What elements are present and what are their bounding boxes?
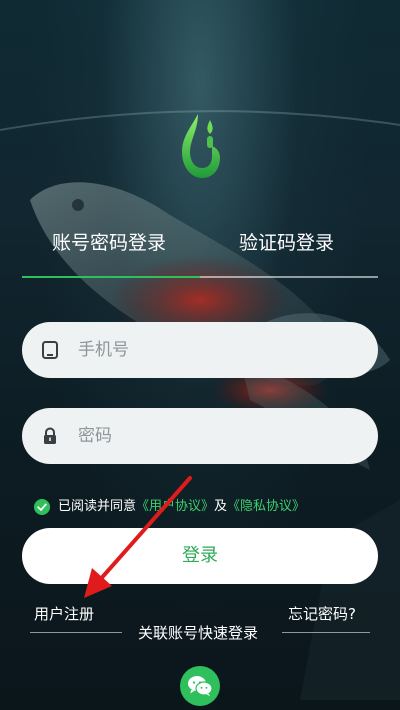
login-button[interactable]: 登录 bbox=[22, 528, 378, 584]
phone-placeholder: 手机号 bbox=[78, 340, 129, 360]
wechat-icon bbox=[188, 676, 213, 697]
divider-left bbox=[30, 632, 122, 633]
divider-right bbox=[282, 632, 370, 633]
user-agreement-link[interactable]: 《用户协议》 bbox=[136, 499, 214, 514]
tab-active-indicator bbox=[22, 276, 200, 278]
agreement-and: 及 bbox=[214, 499, 228, 514]
forgot-password-link[interactable]: 忘记密码? bbox=[288, 603, 356, 624]
agreement-row: 已阅读并同意《用户协议》及《隐私协议》 bbox=[34, 496, 374, 518]
password-field[interactable]: 密码 bbox=[22, 408, 378, 464]
login-mode-tabs: 账号密码登录 验证码登录 bbox=[22, 226, 378, 278]
wechat-login-button[interactable] bbox=[180, 666, 220, 706]
lock-icon bbox=[44, 427, 56, 444]
app-logo-icon bbox=[182, 114, 220, 178]
tab-verification-code[interactable]: 验证码登录 bbox=[239, 226, 334, 260]
tab-account-password[interactable]: 账号密码登录 bbox=[52, 226, 166, 260]
quick-login-label: 关联账号快速登录 bbox=[138, 624, 259, 642]
privacy-agreement-link[interactable]: 《隐私协议》 bbox=[227, 499, 305, 514]
agreement-checkbox-icon[interactable] bbox=[34, 499, 50, 515]
register-link[interactable]: 用户注册 bbox=[34, 603, 94, 624]
password-placeholder: 密码 bbox=[78, 426, 112, 446]
phone-icon bbox=[42, 341, 58, 359]
phone-field[interactable]: 手机号 bbox=[22, 322, 378, 378]
agreement-prefix: 已阅读并同意 bbox=[58, 499, 137, 514]
